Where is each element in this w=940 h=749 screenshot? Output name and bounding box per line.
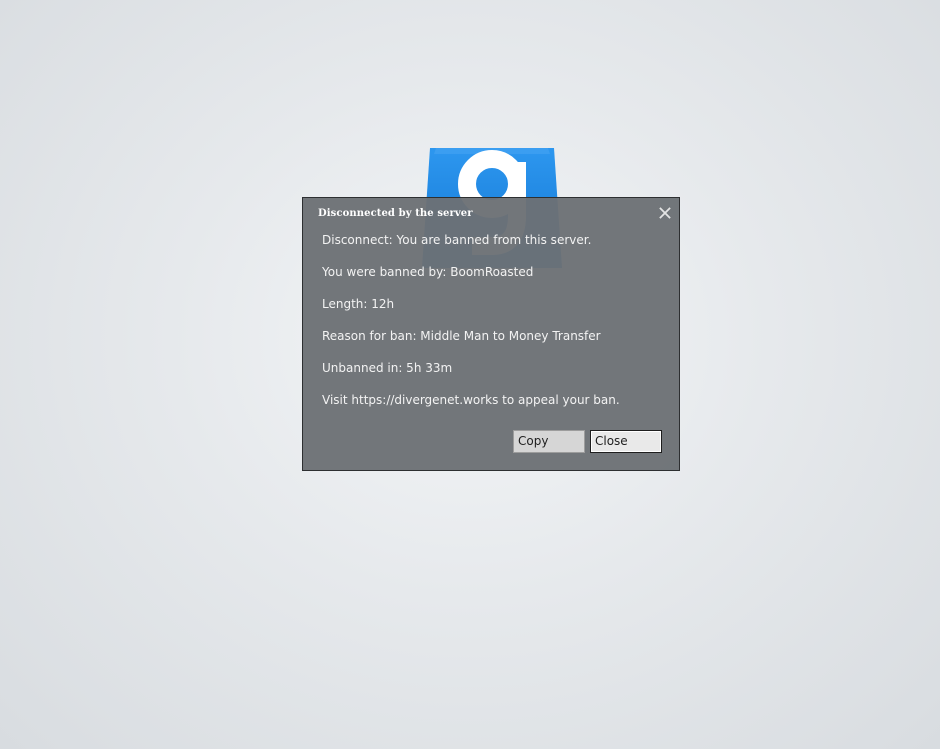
message-disconnect-reason: Disconnect: You are banned from this ser… <box>322 233 592 247</box>
message-unban-time: Unbanned in: 5h 33m <box>322 361 453 375</box>
disconnect-dialog: Disconnected by the server Disconnect: Y… <box>302 197 680 471</box>
message-ban-length: Length: 12h <box>322 297 395 311</box>
message-ban-reason: Reason for ban: Middle Man to Money Tran… <box>322 329 601 343</box>
dialog-message: Disconnect: You are banned from this ser… <box>322 232 672 424</box>
message-appeal-link: Visit https://divergenet.works to appeal… <box>322 393 620 407</box>
close-icon[interactable] <box>658 206 672 220</box>
close-button[interactable]: Close <box>590 430 662 453</box>
copy-button[interactable]: Copy <box>513 430 585 453</box>
dialog-title: Disconnected by the server <box>318 208 473 219</box>
message-banned-by: You were banned by: BoomRoasted <box>322 265 534 279</box>
